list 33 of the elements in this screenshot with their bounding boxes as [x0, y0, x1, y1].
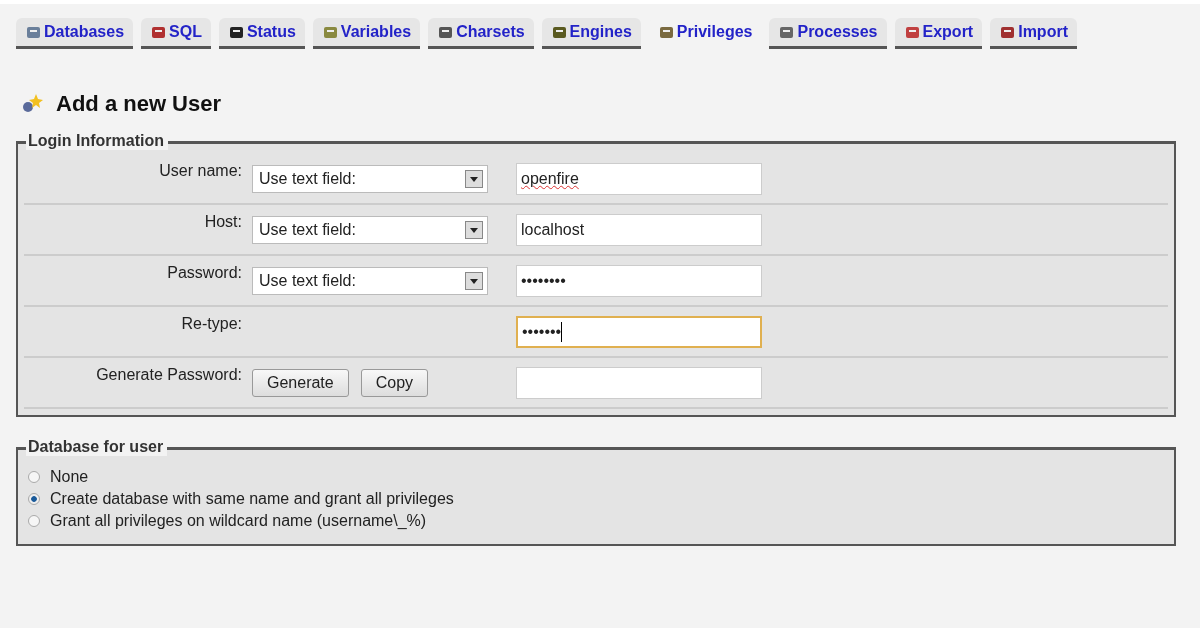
fieldset-legend: Login Information: [26, 132, 168, 150]
dropdown[interactable]: Use text field:: [252, 266, 488, 295]
tab[interactable]: Status: [218, 18, 305, 49]
tab[interactable]: Charsets: [428, 18, 534, 49]
dropdown[interactable]: Use text field:: [252, 215, 488, 244]
fieldset-legend: Database for user: [26, 438, 168, 456]
tab[interactable]: Export: [894, 18, 983, 49]
page-heading: Add a new User: [56, 91, 222, 117]
tab[interactable]: Databases: [16, 18, 134, 49]
field-label: Generate Password:: [95, 365, 242, 384]
radio-button[interactable]: [28, 493, 40, 505]
radio-button[interactable]: [28, 471, 40, 483]
input-field[interactable]: [516, 366, 762, 399]
tab[interactable]: Import: [990, 18, 1077, 49]
input-field[interactable]: ••••••••: [516, 264, 762, 297]
field-label: User name:: [158, 161, 242, 180]
tab[interactable]: SQL: [141, 18, 211, 49]
option-label: None: [50, 468, 89, 486]
dropdown[interactable]: Use text field:: [252, 164, 488, 193]
input-field[interactable]: •••••••: [516, 315, 762, 348]
field-label: Password:: [166, 263, 242, 282]
field-label: Re-type:: [180, 314, 242, 333]
tab[interactable]: Engines: [541, 18, 641, 49]
action-button[interactable]: Generate: [252, 368, 349, 397]
option-label: Create database with same name and grant all privileges: [50, 490, 454, 508]
field-label: Host:: [203, 212, 242, 231]
input-field[interactable]: openfire: [516, 162, 762, 195]
tab[interactable]: Variables: [312, 18, 421, 49]
radio-button[interactable]: [28, 515, 40, 527]
action-button[interactable]: Copy: [360, 368, 429, 397]
option-label: Grant all privileges on wildcard name (username\_%): [50, 512, 427, 530]
tab[interactable]: Processes: [769, 18, 887, 49]
input-field[interactable]: localhost: [516, 213, 762, 246]
